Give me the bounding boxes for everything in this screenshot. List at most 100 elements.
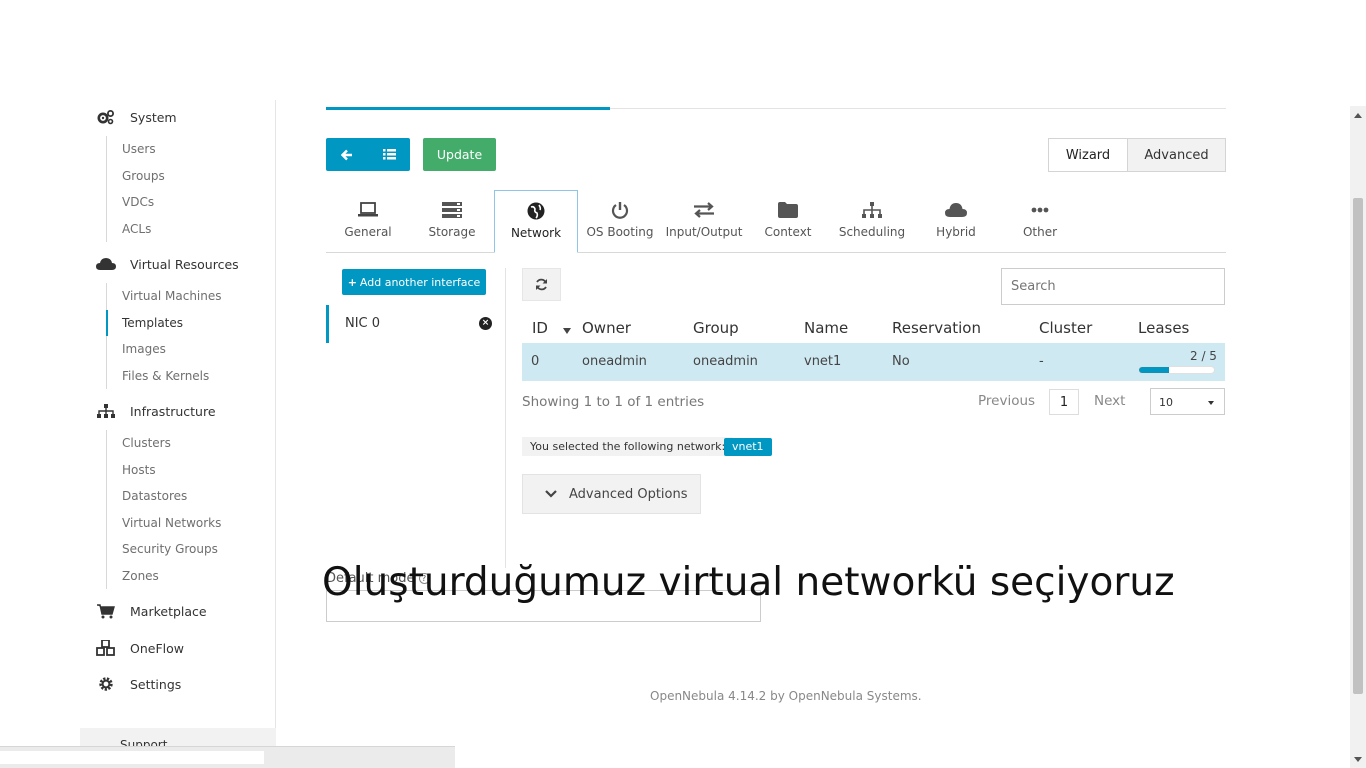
sidebar-section-infrastructure[interactable]: Infrastructure bbox=[96, 403, 216, 419]
tab-general[interactable]: General bbox=[326, 190, 410, 253]
selection-note: You selected the following network: bbox=[522, 437, 734, 456]
table-info: Showing 1 to 1 of 1 entries bbox=[522, 394, 705, 410]
column-header-leases[interactable]: Leases bbox=[1138, 319, 1189, 337]
advanced-options-label: Advanced Options bbox=[569, 486, 688, 502]
leases-progress-fill bbox=[1139, 367, 1169, 373]
column-header-id[interactable]: ID bbox=[532, 319, 571, 337]
chevron-down-icon bbox=[1208, 401, 1214, 405]
tab-label: General bbox=[344, 225, 392, 239]
gear-icon bbox=[96, 676, 116, 692]
ellipsis-icon bbox=[998, 200, 1082, 220]
sidebar-item-virtual-networks[interactable]: Virtual Networks bbox=[107, 510, 221, 537]
add-interface-label: Add another interface bbox=[359, 275, 481, 289]
sitemap-icon bbox=[96, 403, 116, 419]
system-submenu: Users Groups VDCs ACLs bbox=[106, 136, 165, 242]
sidebar-section-virtual-resources[interactable]: Virtual Resources bbox=[96, 256, 239, 272]
arrow-left-icon bbox=[341, 149, 352, 160]
sidebar-item-files-kernels[interactable]: Files & Kernels bbox=[107, 363, 222, 390]
column-header-reservation[interactable]: Reservation bbox=[892, 319, 981, 337]
advanced-options-button[interactable]: Advanced Options bbox=[522, 474, 701, 514]
update-button[interactable]: Update bbox=[423, 138, 496, 171]
tab-label: Scheduling bbox=[838, 225, 906, 239]
cell-cluster: - bbox=[1039, 354, 1044, 369]
tab-label: Context bbox=[764, 225, 812, 239]
sidebar-item-zones[interactable]: Zones bbox=[107, 563, 221, 590]
page-size-select[interactable]: 10 bbox=[1150, 388, 1225, 415]
column-label: ID bbox=[532, 319, 548, 337]
cell-id: 0 bbox=[531, 354, 540, 369]
laptop-icon bbox=[326, 200, 410, 220]
footer-text: OpenNebula 4.14.2 by OpenNebula Systems. bbox=[650, 689, 922, 703]
chevron-down-icon bbox=[545, 490, 557, 498]
sidebar-item-vdcs[interactable]: VDCs bbox=[107, 189, 165, 216]
page-number-button[interactable]: 1 bbox=[1049, 389, 1079, 415]
scroll-down-icon[interactable] bbox=[1354, 757, 1362, 762]
tab-other[interactable]: Other bbox=[998, 190, 1082, 253]
scrollbar-thumb[interactable] bbox=[1353, 198, 1363, 694]
tab-network[interactable]: Network bbox=[494, 190, 578, 253]
sidebar-section-label: Virtual Resources bbox=[130, 256, 239, 272]
tab-hybrid[interactable]: Hybrid bbox=[914, 190, 998, 253]
shopping-cart-icon bbox=[96, 603, 116, 619]
status-bar-field bbox=[0, 751, 264, 764]
sidebar-item-users[interactable]: Users bbox=[107, 136, 165, 163]
cell-owner: oneadmin bbox=[582, 354, 647, 369]
tab-scheduling[interactable]: Scheduling bbox=[830, 190, 914, 253]
scrollbar[interactable] bbox=[1350, 106, 1366, 768]
tab-label: Storage bbox=[428, 225, 476, 239]
column-header-cluster[interactable]: Cluster bbox=[1039, 319, 1092, 337]
sidebar-section-label: System bbox=[130, 109, 177, 125]
power-icon bbox=[578, 200, 662, 220]
cell-reservation: No bbox=[892, 354, 910, 369]
sort-desc-icon bbox=[562, 328, 571, 334]
refresh-button[interactable] bbox=[522, 268, 561, 301]
sidebar-item-clusters[interactable]: Clusters bbox=[107, 430, 221, 457]
sidebar-section-marketplace[interactable]: Marketplace bbox=[96, 603, 207, 619]
sidebar-item-hosts[interactable]: Hosts bbox=[107, 457, 221, 484]
sidebar-item-acls[interactable]: ACLs bbox=[107, 216, 165, 243]
sidebar-section-label: Infrastructure bbox=[130, 403, 216, 419]
search-input[interactable] bbox=[1001, 268, 1225, 305]
cell-group: oneadmin bbox=[693, 354, 758, 369]
column-header-owner[interactable]: Owner bbox=[582, 319, 631, 337]
remove-nic-icon[interactable]: × bbox=[479, 317, 492, 330]
next-page-button[interactable]: Next bbox=[1094, 393, 1125, 409]
list-button[interactable] bbox=[368, 138, 410, 171]
sidebar-section-oneflow[interactable]: OneFlow bbox=[96, 640, 184, 656]
tasks-icon bbox=[410, 200, 494, 220]
previous-page-button[interactable]: Previous bbox=[978, 393, 1035, 409]
sidebar-item-datastores[interactable]: Datastores bbox=[107, 483, 221, 510]
nic-tab[interactable]: NIC 0 × bbox=[326, 305, 496, 343]
sidebar-item-security-groups[interactable]: Security Groups bbox=[107, 536, 221, 563]
advanced-mode-button[interactable]: Advanced bbox=[1128, 139, 1225, 171]
add-interface-button[interactable]: + Add another interface bbox=[342, 269, 486, 295]
tab-os-booting[interactable]: OS Booting bbox=[578, 190, 662, 253]
sidebar-section-system[interactable]: System bbox=[96, 109, 177, 125]
tab-context[interactable]: Context bbox=[746, 190, 830, 253]
virtual-resources-submenu: Virtual Machines Templates Images Files … bbox=[106, 283, 222, 389]
back-button[interactable] bbox=[326, 138, 368, 171]
exchange-icon bbox=[662, 200, 746, 220]
cell-leases: 2 / 5 bbox=[1190, 349, 1217, 363]
tab-input-output[interactable]: Input/Output bbox=[662, 190, 746, 253]
scroll-up-icon[interactable] bbox=[1354, 113, 1362, 118]
sidebar-item-virtual-machines[interactable]: Virtual Machines bbox=[107, 283, 222, 310]
list-icon bbox=[382, 149, 396, 160]
wizard-mode-button[interactable]: Wizard bbox=[1049, 139, 1128, 171]
column-header-name[interactable]: Name bbox=[804, 319, 848, 337]
gears-icon bbox=[96, 109, 116, 125]
sidebar-item-images[interactable]: Images bbox=[107, 336, 222, 363]
sidebar-item-templates[interactable]: Templates bbox=[106, 309, 222, 336]
infrastructure-submenu: Clusters Hosts Datastores Virtual Networ… bbox=[106, 430, 221, 589]
back-list-button-group bbox=[326, 138, 410, 171]
globe-icon bbox=[495, 201, 577, 221]
tab-label: Hybrid bbox=[936, 225, 976, 239]
sidebar-item-groups[interactable]: Groups bbox=[107, 163, 165, 190]
sidebar-section-settings[interactable]: Settings bbox=[96, 676, 181, 692]
nic-label: NIC 0 bbox=[345, 316, 381, 331]
column-header-group[interactable]: Group bbox=[693, 319, 739, 337]
tab-storage[interactable]: Storage bbox=[410, 190, 494, 253]
selected-network-badge: vnet1 bbox=[724, 438, 772, 456]
sidebar-section-label: Marketplace bbox=[130, 603, 207, 619]
page-size-value: 10 bbox=[1159, 396, 1173, 409]
